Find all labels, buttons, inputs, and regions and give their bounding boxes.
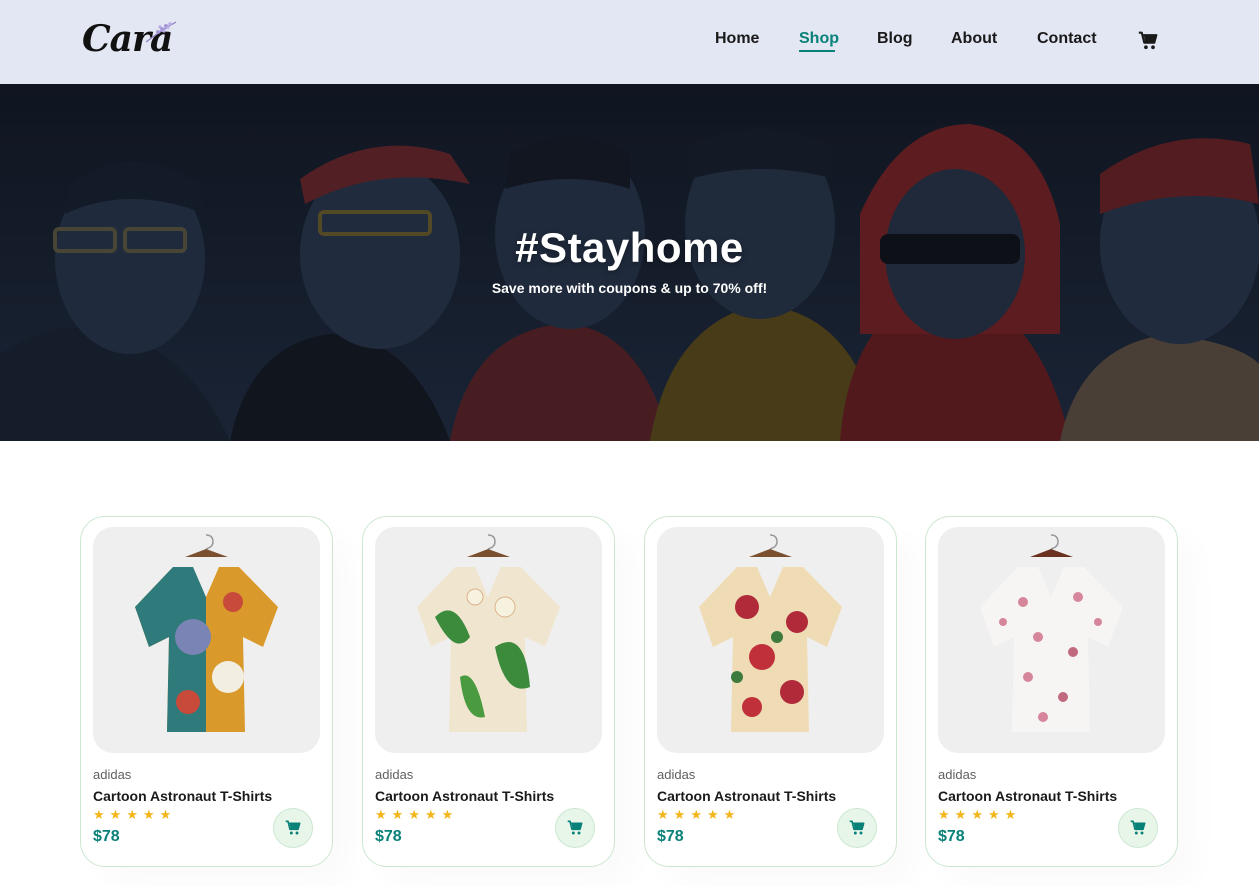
product-price: $78 (657, 828, 684, 845)
star-icon: ★ (93, 807, 105, 822)
nav-home[interactable]: Home (715, 30, 759, 48)
lavender-sprig-icon (145, 21, 177, 43)
product-brand: adidas (938, 767, 977, 782)
nav-about[interactable]: About (951, 30, 997, 48)
cart-icon (1130, 820, 1146, 835)
star-icon: ★ (391, 807, 404, 822)
product-card[interactable]: adidas Cartoon Astronaut T-Shirts ★ ★ ★ ★ ★ … (362, 516, 615, 867)
star-icon: ★ (690, 807, 702, 822)
product-name: Cartoon Astronaut T-Shirts (657, 788, 837, 804)
product-price: $78 (93, 828, 120, 845)
star-icon: ★ (1004, 807, 1017, 822)
nav-contact[interactable]: Contact (1037, 30, 1097, 48)
product-brand: adidas (657, 767, 696, 782)
rating-stars: ★ ★ ★ ★ ★ (93, 808, 171, 822)
star-icon: ★ (159, 807, 172, 822)
star-icon: ★ (375, 807, 387, 822)
star-icon: ★ (109, 807, 122, 822)
rating-stars: ★ ★ ★ ★ ★ (657, 808, 735, 822)
product-name: Cartoon Astronaut T-Shirts (93, 788, 273, 804)
star-icon: ★ (971, 807, 983, 822)
product-image[interactable] (93, 527, 320, 753)
star-icon: ★ (424, 807, 437, 822)
product-brand: adidas (93, 767, 132, 782)
star-icon: ★ (706, 807, 719, 822)
product-name: Cartoon Astronaut T-Shirts (938, 788, 1118, 804)
add-to-cart-button[interactable] (555, 808, 595, 848)
star-icon: ★ (673, 807, 686, 822)
nav-blog[interactable]: Blog (877, 30, 913, 48)
product-card[interactable]: adidas Cartoon Astronaut T-Shirts ★ ★ ★ ★ ★ … (80, 516, 333, 867)
cart-icon (567, 820, 583, 835)
site-header: Cara Home Shop Blog About Contact (0, 0, 1259, 84)
star-icon: ★ (441, 807, 454, 822)
star-icon: ★ (987, 807, 1000, 822)
star-icon: ★ (126, 807, 138, 822)
product-image[interactable] (938, 527, 1165, 753)
product-price: $78 (375, 828, 402, 845)
product-name: Cartoon Astronaut T-Shirts (375, 788, 555, 804)
star-icon: ★ (723, 807, 736, 822)
rating-stars: ★ ★ ★ ★ ★ (375, 808, 453, 822)
star-icon: ★ (657, 807, 669, 822)
star-icon: ★ (408, 807, 420, 822)
hero-banner: #Stayhome Save more with coupons & up to… (0, 84, 1259, 441)
product-image[interactable] (375, 527, 602, 753)
cart-icon (285, 820, 301, 835)
shopping-cart-icon[interactable] (1138, 31, 1158, 51)
hero-title: #Stayhome (515, 224, 744, 271)
star-icon: ★ (142, 807, 155, 822)
add-to-cart-button[interactable] (1118, 808, 1158, 848)
product-brand: adidas (375, 767, 414, 782)
product-image[interactable] (657, 527, 884, 753)
nav-shop[interactable]: Shop (799, 30, 839, 52)
star-icon: ★ (954, 807, 967, 822)
add-to-cart-button[interactable] (837, 808, 877, 848)
hero-subtitle: Save more with coupons & up to 70% off! (491, 280, 768, 296)
logo[interactable]: Cara (82, 18, 182, 62)
add-to-cart-button[interactable] (273, 808, 313, 848)
product-card[interactable]: adidas Cartoon Astronaut T-Shirts ★ ★ ★ ★ ★ … (644, 516, 897, 867)
product-card[interactable]: adidas Cartoon Astronaut T-Shirts ★ ★ ★ ★ ★ … (925, 516, 1178, 867)
star-icon: ★ (938, 807, 950, 822)
rating-stars: ★ ★ ★ ★ ★ (938, 808, 1016, 822)
cart-icon (849, 820, 865, 835)
product-price: $78 (938, 828, 965, 845)
